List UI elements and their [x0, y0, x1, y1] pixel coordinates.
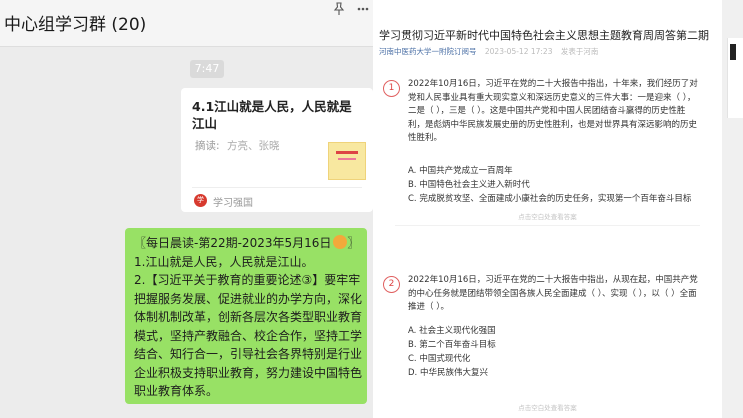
question-option[interactable]: A. 中国共产党成立一百周年	[408, 164, 513, 176]
message-line-2: 1.江山就是人民，人民就是江山。	[134, 254, 314, 269]
question-number: 2	[383, 276, 400, 293]
card-source: 学习强国	[213, 198, 253, 209]
more-icon[interactable]	[356, 2, 370, 16]
article-meta: 河南中医药大学一附院订阅号 2023-05-12 17:23 发表于河南	[379, 46, 598, 57]
question-option[interactable]: C. 中国式现代化	[408, 352, 470, 364]
source-logo-icon: 学	[194, 194, 207, 207]
message-line-1-end: 〗	[347, 236, 360, 250]
answer-hint[interactable]: 点击空白处查看答案	[375, 402, 720, 412]
question-option[interactable]: B. 第二个百年奋斗目标	[408, 338, 496, 350]
message-line-3: 2.【习近平关于教育的重要论述③】要牢牢把握服务发展、促进就业的办学方向，深化体…	[134, 273, 363, 398]
article-date: 2023-05-12 17:23	[484, 47, 553, 56]
message-text: 〖每日晨读-第22期-2023年5月16日〗 1.江山就是人民，人民就是江山。 …	[134, 234, 364, 401]
card-desc: 方亮、张晓	[227, 140, 280, 152]
article-title: 学习贯彻习近平新时代中国特色社会主义思想主题教育周周答第二期	[379, 29, 709, 42]
question-option[interactable]: B. 中国特色社会主义进入新时代	[408, 178, 530, 190]
article-author[interactable]: 河南中医药大学一附院订阅号	[379, 47, 477, 56]
section-divider	[395, 225, 700, 226]
chat-title: 中心组学习群 (20)	[4, 15, 147, 35]
card-title: 4.1江山就是人民，人民就是江山	[192, 99, 352, 131]
side-panel	[722, 0, 743, 418]
question-option[interactable]: C. 完成脱贫攻坚、全面建成小康社会的历史任务，实现第一个百年奋斗目标	[408, 192, 691, 204]
question-number: 1	[383, 80, 400, 97]
article-page: 学习贯彻习近平新时代中国特色社会主义思想主题教育周周答第二期 河南中医药大学一附…	[375, 0, 720, 418]
pin-icon[interactable]	[332, 2, 346, 16]
shared-article-card[interactable]: 4.1江山就是人民，人民就是江山 摘读: 方亮、张晓 学 学习强国	[181, 88, 373, 212]
message-line-1: 〖每日晨读-第22期-2023年5月16日	[134, 236, 332, 250]
message-time: 7:47	[190, 60, 224, 78]
question-text: 2022年10月16日，习近平在党的二十大报告中指出，从现在起，中国共产党的中心…	[408, 275, 698, 312]
question-option[interactable]: A. 社会主义现代化强国	[408, 324, 496, 336]
answer-hint[interactable]: 点击空白处查看答案	[375, 211, 720, 221]
chat-header: 中心组学习群 (20)	[0, 0, 373, 47]
article-location: 发表于河南	[560, 47, 599, 56]
card-thumbnail	[328, 142, 366, 180]
chat-window: 中心组学习群 (20) 7:47 4.1江山就是人民，人民就是江山 摘读: 方亮…	[0, 0, 373, 418]
card-divider	[192, 187, 362, 188]
sun-emoji-icon	[333, 235, 348, 249]
question-text: 2022年10月16日，习近平在党的二十大报告中指出，十年来，我们经历了对党和人…	[408, 79, 698, 143]
question-option[interactable]: D. 中华民族伟大复兴	[408, 366, 488, 378]
card-desc-label: 摘读:	[195, 140, 220, 152]
side-panel-mark	[730, 44, 736, 60]
message-bubble[interactable]: 〖每日晨读-第22期-2023年5月16日〗 1.江山就是人民，人民就是江山。 …	[125, 228, 367, 404]
